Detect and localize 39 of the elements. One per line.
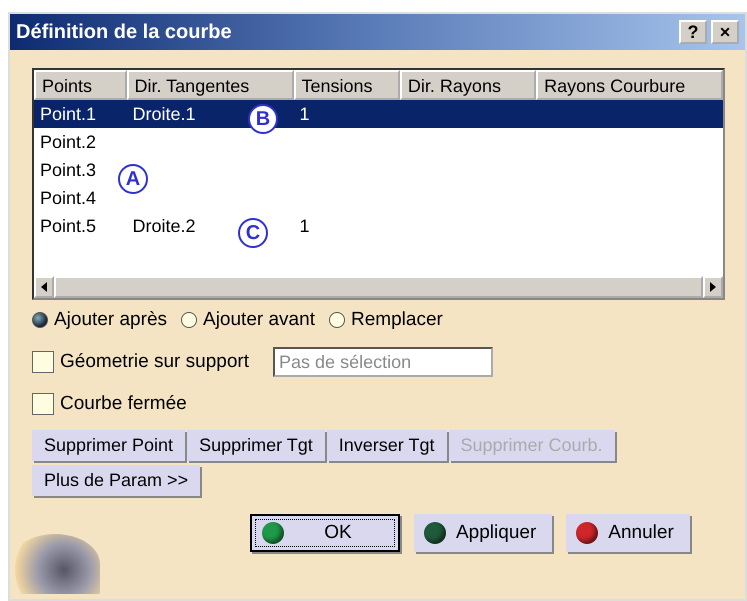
radio-option[interactable]: Ajouter après [32, 309, 168, 331]
checkbox-icon[interactable] [32, 393, 54, 415]
radio-icon[interactable] [181, 312, 198, 328]
callout-marker: C [238, 218, 268, 248]
radio-icon[interactable] [32, 312, 48, 328]
table-cell: Point.3 [40, 160, 96, 180]
scroll-left-icon[interactable] [34, 276, 54, 298]
table-cell: Droite.2 [132, 216, 196, 236]
table-cell: 1 [300, 216, 310, 236]
action-button[interactable]: Inverser Tgt [326, 430, 446, 461]
column-header[interactable]: Points [34, 70, 126, 100]
checkbox-icon[interactable] [32, 351, 54, 373]
column-header[interactable]: Rayons Courbure [536, 70, 723, 100]
radio-option[interactable]: Remplacer [328, 309, 443, 331]
checkbox-option[interactable]: Courbe fermée [32, 393, 187, 415]
table-cell: Point.5 [40, 216, 96, 236]
more-params-button[interactable]: Plus de Param >> [32, 465, 200, 496]
radio-icon[interactable] [328, 312, 345, 328]
table-cell: Point.1 [40, 104, 96, 124]
table-cell: 1 [300, 104, 310, 124]
radio-option[interactable]: Ajouter avant [181, 309, 315, 331]
callout-marker: A [118, 164, 148, 194]
column-header[interactable]: Tensions [294, 70, 400, 100]
column-header[interactable]: Dir. Rayons [400, 70, 536, 100]
table-cell: Point.4 [40, 188, 96, 208]
column-header[interactable]: Dir. Tangentes [126, 70, 294, 100]
close-button[interactable]: × [711, 20, 739, 44]
scroll-right-icon[interactable] [703, 276, 723, 298]
help-button[interactable]: ? [679, 20, 707, 44]
dialog-button[interactable]: OK [250, 514, 400, 552]
checkbox-option[interactable]: Géometrie sur support [32, 351, 250, 373]
table-cell: Point.2 [40, 132, 96, 152]
action-button[interactable]: Supprimer Tgt [187, 430, 325, 461]
dialog-button[interactable]: Appliquer [414, 514, 552, 552]
window-title: Définition de la courbe [16, 20, 233, 44]
action-button[interactable]: Supprimer Point [32, 430, 186, 461]
table-cell: Droite.1 [132, 104, 196, 124]
selection-field[interactable]: Pas de sélection [273, 347, 494, 377]
dialog-button[interactable]: Annuler [566, 514, 690, 552]
